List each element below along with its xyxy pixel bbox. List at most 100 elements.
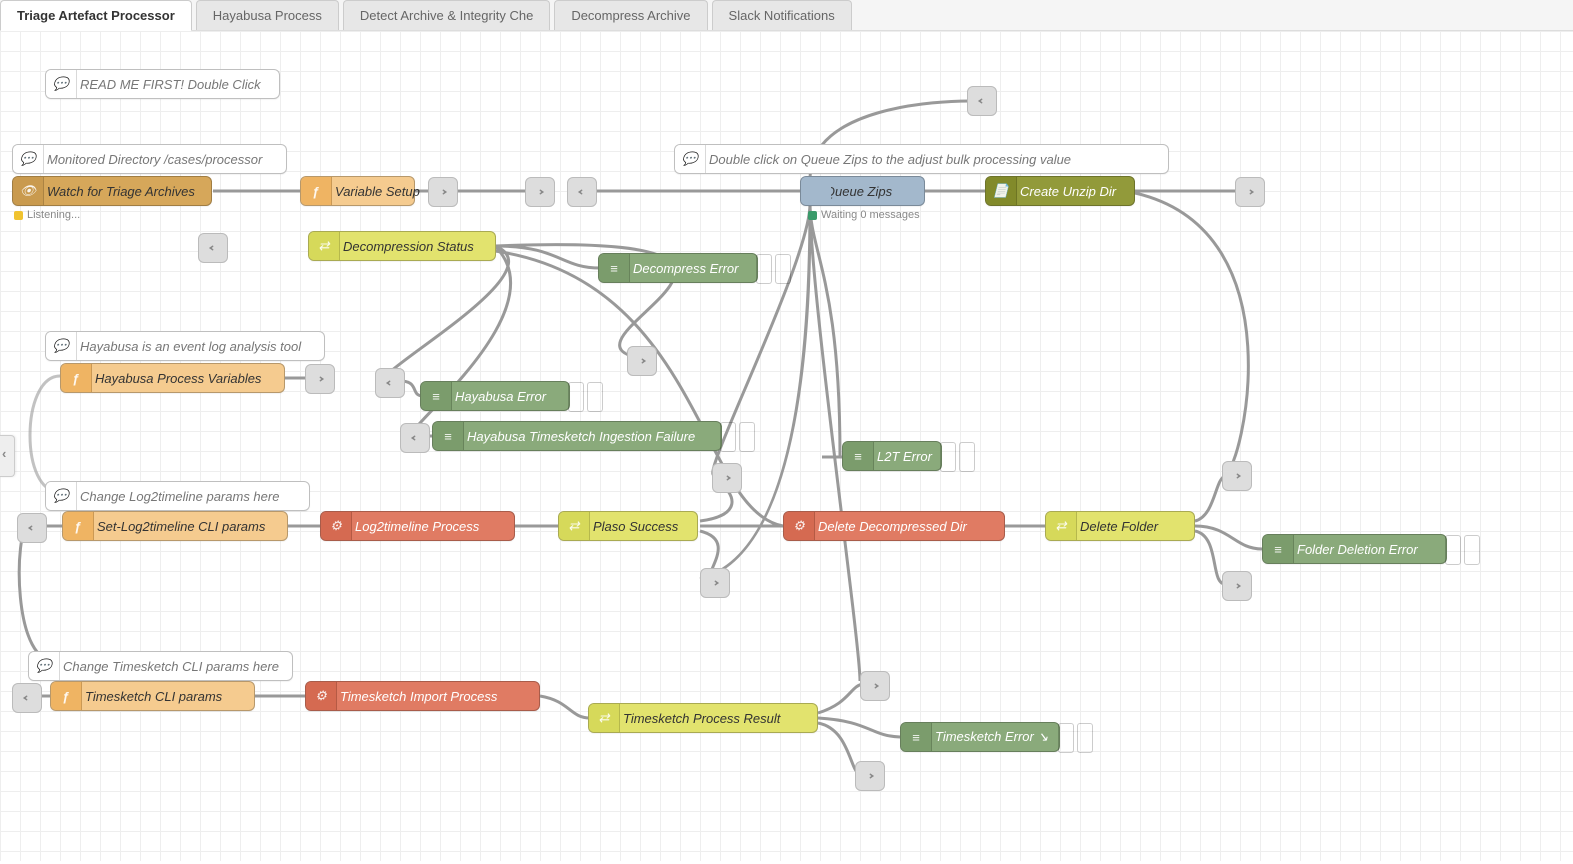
gear-icon: ⚙ xyxy=(328,518,344,534)
status-text: Listening... xyxy=(27,209,80,221)
debug-icon: ≡ xyxy=(1270,541,1286,557)
debug-toggle[interactable] xyxy=(739,422,755,452)
debug-icon: ≡ xyxy=(428,388,444,404)
tab-slack[interactable]: Slack Notifications xyxy=(712,0,852,30)
comment-icon: 💬 xyxy=(53,76,69,92)
tab-label: Detect Archive & Integrity Che xyxy=(360,8,533,23)
switch-icon: ⇄ xyxy=(1053,518,1069,534)
debug-icon: ≡ xyxy=(850,448,866,464)
link-out[interactable] xyxy=(305,364,335,394)
node-plaso-success[interactable]: ⇄ Plaso Success xyxy=(558,511,698,541)
link-out[interactable] xyxy=(627,346,657,376)
node-ts-import[interactable]: ⚙ Timesketch Import Process xyxy=(305,681,540,711)
node-queue-zips[interactable]: Queue Zips xyxy=(800,176,925,206)
node-create-unzip-dir[interactable]: 📄 Create Unzip Dir xyxy=(985,176,1135,206)
node-delete-decompressed[interactable]: ⚙ Delete Decompressed Dir xyxy=(783,511,1005,541)
comment-ts-params[interactable]: 💬 Change Timesketch CLI params here xyxy=(28,651,293,681)
debug-toggle[interactable] xyxy=(756,254,772,284)
node-label: Hayabusa Error xyxy=(455,389,546,404)
node-variable-setup[interactable]: ƒ Variable Setup xyxy=(300,176,415,206)
status-listening: Listening... xyxy=(14,209,80,221)
debug-toggle[interactable] xyxy=(940,442,956,472)
node-hayabusa-error[interactable]: ≡ Hayabusa Error xyxy=(420,381,570,411)
link-in[interactable] xyxy=(400,423,430,453)
gear-icon: ⚙ xyxy=(791,518,807,534)
comment-l2t-params[interactable]: 💬 Change Log2timeline params here xyxy=(45,481,310,511)
comment-hayabusa-desc[interactable]: 💬 Hayabusa is an event log analysis tool xyxy=(45,331,325,361)
node-label: Variable Setup xyxy=(335,184,420,199)
debug-toggle[interactable] xyxy=(1077,723,1093,753)
link-out[interactable] xyxy=(1235,177,1265,207)
debug-toggle[interactable] xyxy=(587,382,603,412)
tab-detect[interactable]: Detect Archive & Integrity Che xyxy=(343,0,550,30)
node-label: Decompress Error xyxy=(633,261,738,276)
function-icon: ƒ xyxy=(308,183,324,199)
link-in[interactable] xyxy=(17,513,47,543)
node-ts-params[interactable]: ƒ Timesketch CLI params xyxy=(50,681,255,711)
link-in[interactable] xyxy=(567,177,597,207)
debug-toggle[interactable] xyxy=(1058,723,1074,753)
link-out[interactable] xyxy=(1222,571,1252,601)
link-in[interactable] xyxy=(198,233,228,263)
node-label: Timesketch Error ↘ xyxy=(935,729,1048,745)
node-label: Timesketch Import Process xyxy=(340,689,497,704)
node-label: Hayabusa Process Variables xyxy=(95,371,261,386)
link-out[interactable] xyxy=(855,761,885,791)
node-label: Set-Log2timeline CLI params xyxy=(97,519,265,534)
node-l2t-process[interactable]: ⚙ Log2timeline Process xyxy=(320,511,515,541)
debug-toggle[interactable] xyxy=(568,382,584,412)
comment-icon: 💬 xyxy=(53,488,69,504)
comment-queue-hint[interactable]: 💬 Double click on Queue Zips to the adju… xyxy=(674,144,1169,174)
node-decompress-error[interactable]: ≡ Decompress Error xyxy=(598,253,758,283)
node-label: Double click on Queue Zips to the adjust… xyxy=(709,152,1071,167)
node-folder-deletion-error[interactable]: ≡ Folder Deletion Error xyxy=(1262,534,1447,564)
node-label: Timesketch Process Result xyxy=(623,711,780,726)
tab-label: Decompress Archive xyxy=(571,8,690,23)
node-label: Hayabusa is an event log analysis tool xyxy=(80,339,301,354)
node-set-l2t-params[interactable]: ƒ Set-Log2timeline CLI params xyxy=(62,511,288,541)
link-out[interactable] xyxy=(700,568,730,598)
node-ts-result[interactable]: ⇄ Timesketch Process Result xyxy=(588,703,818,733)
link-out[interactable] xyxy=(860,671,890,701)
debug-icon: ≡ xyxy=(440,428,456,444)
node-label: Hayabusa Timesketch Ingestion Failure xyxy=(467,429,695,444)
node-hayabusa-vars[interactable]: ƒ Hayabusa Process Variables xyxy=(60,363,285,393)
debug-toggle[interactable] xyxy=(775,254,791,284)
debug-toggle[interactable] xyxy=(1445,535,1461,565)
link-out[interactable] xyxy=(712,463,742,493)
debug-toggle[interactable] xyxy=(959,442,975,472)
debug-icon: ≡ xyxy=(908,729,924,745)
tab-decompress[interactable]: Decompress Archive xyxy=(554,0,707,30)
node-label: Folder Deletion Error xyxy=(1297,542,1418,557)
sidebar-toggle[interactable] xyxy=(0,435,15,477)
link-in[interactable] xyxy=(12,683,42,713)
tab-triage[interactable]: Triage Artefact Processor xyxy=(0,0,192,31)
link-in[interactable] xyxy=(375,368,405,398)
link-out[interactable] xyxy=(525,177,555,207)
node-ts-error[interactable]: ≡ Timesketch Error ↘ xyxy=(900,722,1060,752)
node-label: Delete Folder xyxy=(1080,519,1158,534)
comment-icon: 💬 xyxy=(36,658,52,674)
node-label: Watch for Triage Archives xyxy=(47,184,195,199)
switch-icon: ⇄ xyxy=(596,710,612,726)
debug-toggle[interactable] xyxy=(720,422,736,452)
comment-monitored-dir[interactable]: 💬 Monitored Directory /cases/processor xyxy=(12,144,287,174)
node-decompression-status[interactable]: ⇄ Decompression Status xyxy=(308,231,496,261)
node-label: Plaso Success xyxy=(593,519,678,534)
node-hayabusa-ts-fail[interactable]: ≡ Hayabusa Timesketch Ingestion Failure xyxy=(432,421,722,451)
node-delete-folder[interactable]: ⇄ Delete Folder xyxy=(1045,511,1195,541)
node-watch-triage[interactable]: 👁 Watch for Triage Archives xyxy=(12,176,212,206)
eye-icon: 👁 xyxy=(20,183,36,199)
comment-readme[interactable]: 💬 READ ME FIRST! Double Click xyxy=(45,69,280,99)
link-out[interactable] xyxy=(428,177,458,207)
link-in[interactable] xyxy=(967,86,997,116)
status-queue: Waiting 0 messages xyxy=(808,209,920,221)
tab-hayabusa[interactable]: Hayabusa Process xyxy=(196,0,339,30)
debug-toggle[interactable] xyxy=(1464,535,1480,565)
link-out[interactable] xyxy=(1222,461,1252,491)
node-label: Change Timesketch CLI params here xyxy=(63,659,279,674)
comment-icon: 💬 xyxy=(53,338,69,354)
flow-canvas[interactable]: 💬 READ ME FIRST! Double Click 💬 Monitore… xyxy=(0,31,1573,861)
function-icon: ƒ xyxy=(58,688,74,704)
node-l2t-error[interactable]: ≡ L2T Error xyxy=(842,441,942,471)
